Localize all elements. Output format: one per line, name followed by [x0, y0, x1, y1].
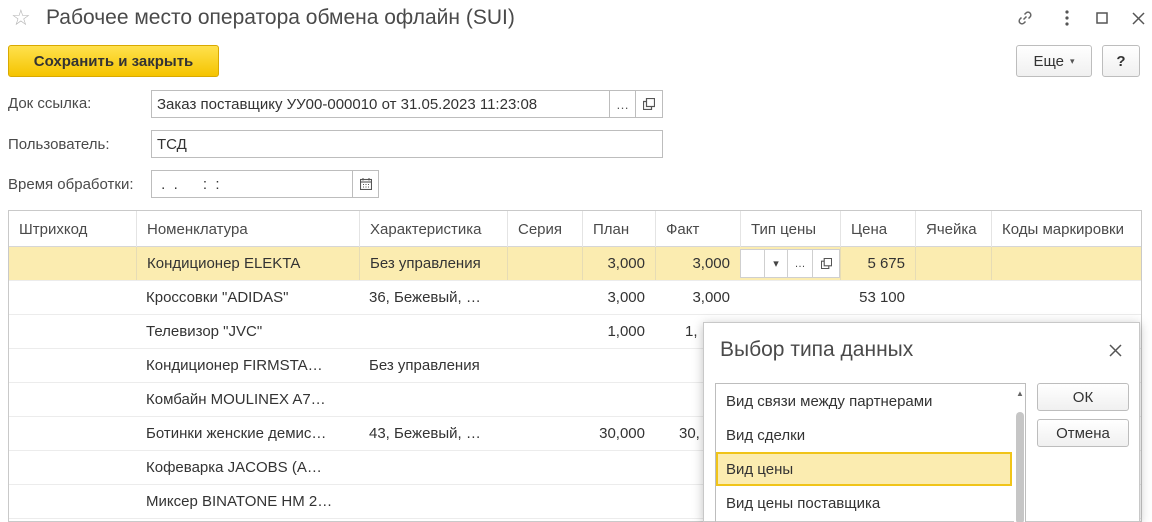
item-cell[interactable]: Кондиционер ELEKTA	[136, 247, 359, 280]
item-cell[interactable]: Кофеварка JACOBS (A…	[136, 451, 359, 484]
link-icon[interactable]	[1014, 7, 1036, 29]
series-cell[interactable]	[507, 247, 582, 280]
close-icon[interactable]	[1127, 7, 1149, 29]
characteristic-cell[interactable]	[359, 315, 507, 348]
item-cell[interactable]: Миксер BINATONE HM 2…	[136, 485, 359, 518]
window-titlebar: ☆ Рабочее место оператора обмена офлайн …	[0, 0, 1152, 38]
marking-codes-cell[interactable]	[991, 247, 1141, 280]
time-label: Время обработки:	[8, 176, 134, 193]
cancel-button[interactable]: Отмена	[1037, 419, 1129, 447]
characteristic-cell[interactable]: Без управления	[359, 349, 507, 382]
fact-cell[interactable]: 3,000	[655, 247, 740, 280]
characteristic-cell[interactable]: 36, Бежевый, …	[359, 281, 507, 314]
list-item[interactable]: Вид цены	[716, 452, 1012, 486]
calendar-icon[interactable]	[353, 170, 379, 198]
list-item[interactable]: Вид цены поставщика	[716, 486, 1012, 520]
more-button-label: Еще	[1033, 52, 1064, 70]
barcode-cell[interactable]	[9, 247, 136, 280]
item-cell[interactable]: Кондиционер FIRMSTA…	[136, 349, 359, 382]
scroll-up-icon[interactable]: ▲	[1016, 390, 1024, 398]
item-cell[interactable]: Телевизор "JVC"	[136, 315, 359, 348]
plan-cell[interactable]: 3,000	[582, 247, 655, 280]
select-ellipsis-button[interactable]: …	[610, 90, 636, 118]
column-header-price[interactable]: Цена	[840, 211, 915, 247]
table-header: Штрихкод Номенклатура Характеристика Сер…	[9, 211, 1141, 247]
select-ellipsis-button[interactable]: …	[788, 249, 813, 278]
characteristic-cell[interactable]: Без управления	[359, 247, 507, 280]
time-field[interactable]: . . : :	[151, 170, 353, 198]
plan-cell[interactable]: 3,000	[582, 281, 655, 314]
column-header-plan[interactable]: План	[582, 211, 655, 247]
dropdown-arrow-icon: ▾	[1070, 55, 1075, 66]
open-icon[interactable]	[636, 90, 663, 118]
item-cell[interactable]: Кроссовки "ADIDAS"	[136, 281, 359, 314]
user-label: Пользователь:	[8, 136, 110, 153]
item-cell[interactable]: Комбайн MOULINEX A7…	[136, 383, 359, 416]
data-type-dialog: Выбор типа данных Вид связи между партне…	[703, 322, 1140, 522]
column-header-cell[interactable]: Ячейка	[915, 211, 991, 247]
price-cell[interactable]: 5 675	[840, 247, 915, 280]
maximize-icon[interactable]	[1091, 7, 1113, 29]
column-header-marking-codes[interactable]: Коды маркировки	[991, 211, 1141, 247]
column-header-characteristic[interactable]: Характеристика	[359, 211, 507, 247]
column-header-series[interactable]: Серия	[507, 211, 582, 247]
doc-ref-label: Док ссылка:	[8, 95, 92, 112]
table-row[interactable]: Кондиционер ELEKTA Без управления 3,000 …	[9, 247, 1141, 281]
scroll-thumb[interactable]	[1016, 412, 1024, 522]
more-button[interactable]: Еще ▾	[1016, 45, 1092, 77]
doc-ref-field[interactable]: Заказ поставщику УУ00-000010 от 31.05.20…	[151, 90, 610, 118]
list-item[interactable]: Вид связи между партнерами	[716, 384, 1012, 418]
price-cell[interactable]: 53 100	[840, 281, 915, 314]
list-item[interactable]: Вид сделки	[716, 418, 1012, 452]
list-scrollbar[interactable]: ▲	[1014, 384, 1025, 522]
dropdown-arrow-icon[interactable]: ▾	[764, 249, 788, 278]
help-button[interactable]: ?	[1102, 45, 1140, 77]
fact-cell[interactable]: 3,000	[655, 281, 740, 314]
plan-cell[interactable]: 30,000	[582, 417, 655, 450]
column-header-fact[interactable]: Факт	[655, 211, 740, 247]
price-type-input[interactable]	[740, 249, 764, 278]
characteristic-cell[interactable]: 43, Бежевый, …	[359, 417, 507, 450]
data-type-list[interactable]: Вид связи между партнерами Вид сделки Ви…	[715, 383, 1026, 522]
plan-cell[interactable]: 1,000	[582, 315, 655, 348]
save-and-close-button[interactable]: Сохранить и закрыть	[8, 45, 219, 77]
ok-button[interactable]: ОК	[1037, 383, 1129, 411]
dialog-title: Выбор типа данных	[720, 338, 914, 361]
item-cell[interactable]: Ботинки женские демис…	[136, 417, 359, 450]
star-icon[interactable]: ☆	[11, 5, 31, 31]
more-vertical-icon[interactable]	[1056, 7, 1078, 29]
column-header-price-type[interactable]: Тип цены	[740, 211, 840, 247]
column-header-barcode[interactable]: Штрихкод	[9, 211, 136, 247]
column-header-item[interactable]: Номенклатура	[136, 211, 359, 247]
open-icon[interactable]	[813, 249, 840, 278]
storage-cell[interactable]	[915, 247, 991, 280]
user-field[interactable]: ТСД	[151, 130, 663, 158]
close-icon[interactable]	[1104, 339, 1126, 361]
table-row[interactable]: Кроссовки "ADIDAS" 36, Бежевый, … 3,000 …	[9, 281, 1141, 315]
window-title: Рабочее место оператора обмена офлайн (S…	[46, 6, 515, 29]
